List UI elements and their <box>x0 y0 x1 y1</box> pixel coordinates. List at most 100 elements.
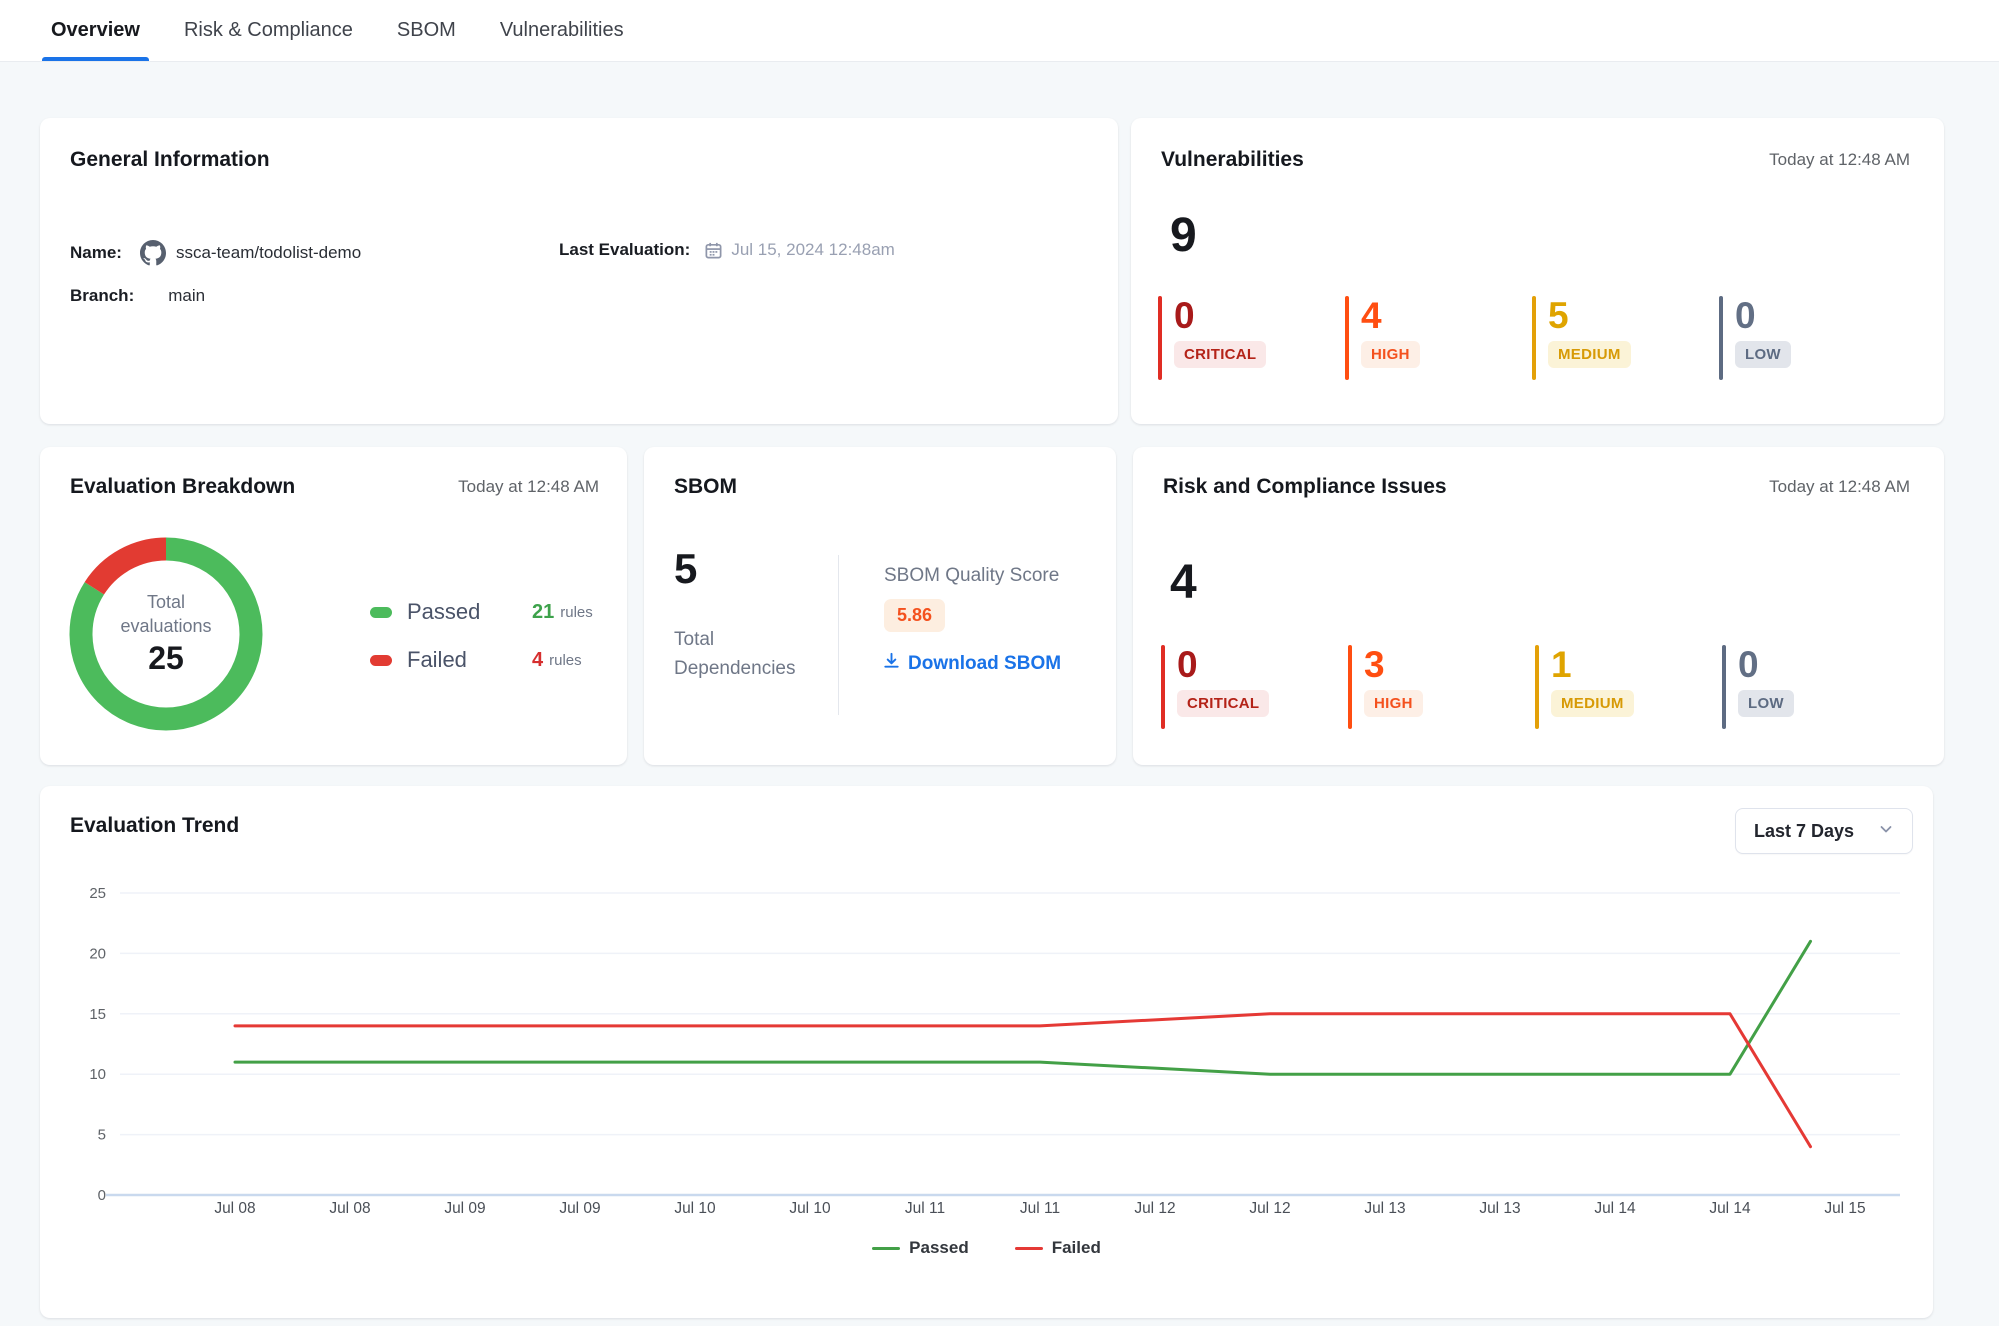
svg-text:Jul 11: Jul 11 <box>905 1200 945 1217</box>
severity-row: 0 CRITICAL 3 HIGH 1 MEDIUM 0 LOW <box>1161 645 1909 729</box>
legend-label: Failed <box>1052 1238 1101 1258</box>
breakdown-legend: Passed 21 rules Failed 4 rules <box>370 595 593 691</box>
sbom-card: SBOM 5 Total Dependencies SBOM Quality S… <box>644 447 1116 765</box>
svg-text:Jul 13: Jul 13 <box>1364 1200 1405 1217</box>
trend-legend: Passed Failed <box>40 1238 1933 1258</box>
branch-row: Branch: main <box>70 286 205 306</box>
severity-critical: 0 CRITICAL <box>1158 296 1345 380</box>
tab-vulnerabilities[interactable]: Vulnerabilities <box>491 0 633 61</box>
svg-text:Jul 15: Jul 15 <box>1824 1200 1865 1217</box>
passed-line-swatch-icon <box>872 1247 900 1250</box>
last-evaluation-row: Last Evaluation: Jul 15, 2024 12:48am <box>559 240 895 260</box>
severity-count: 0 <box>1174 296 1266 337</box>
severity-count: 3 <box>1364 645 1423 686</box>
severity-count: 0 <box>1177 645 1269 686</box>
total-dependencies-label: Total Dependencies <box>674 625 809 684</box>
legend-item-failed: Failed <box>1015 1238 1101 1258</box>
severity-badge: LOW <box>1735 341 1791 368</box>
svg-text:Jul 11: Jul 11 <box>1020 1200 1060 1217</box>
date-range-value: Last 7 Days <box>1754 821 1854 842</box>
card-title: Vulnerabilities <box>1161 148 1304 172</box>
severity-badge: HIGH <box>1364 690 1423 717</box>
svg-text:Jul 14: Jul 14 <box>1709 1200 1751 1217</box>
severity-medium: 1 MEDIUM <box>1535 645 1722 729</box>
card-title: Evaluation Trend <box>70 814 239 838</box>
risk-compliance-card: Risk and Compliance Issues Today at 12:4… <box>1133 447 1944 765</box>
severity-row: 0 CRITICAL 4 HIGH 5 MEDIUM 0 LOW <box>1158 296 1906 380</box>
severity-critical: 0 CRITICAL <box>1161 645 1348 729</box>
svg-text:20: 20 <box>89 945 106 962</box>
svg-text:Jul 10: Jul 10 <box>789 1200 831 1217</box>
severity-medium: 5 MEDIUM <box>1532 296 1719 380</box>
failed-line-swatch-icon <box>1015 1247 1043 1250</box>
severity-count: 4 <box>1361 296 1420 337</box>
calendar-icon <box>704 241 723 260</box>
repo-name-value: ssca-team/todolist-demo <box>176 243 361 263</box>
severity-badge: MEDIUM <box>1548 341 1631 368</box>
repo-name-row: Name: ssca-team/todolist-demo <box>70 240 361 266</box>
legend-item-passed: Passed <box>872 1238 969 1258</box>
svg-text:Jul 08: Jul 08 <box>329 1200 370 1217</box>
svg-text:15: 15 <box>89 1006 106 1023</box>
branch-value: main <box>168 286 205 306</box>
severity-count: 1 <box>1551 645 1634 686</box>
svg-text:5: 5 <box>98 1127 106 1144</box>
card-timestamp: Today at 12:48 AM <box>458 477 599 497</box>
download-label: Download SBOM <box>908 653 1061 675</box>
passed-swatch-icon <box>370 607 392 618</box>
donut-center: Total evaluations 25 <box>66 534 266 734</box>
severity-badge: CRITICAL <box>1174 341 1266 368</box>
name-label: Name: <box>70 243 122 263</box>
card-timestamp: Today at 12:48 AM <box>1769 150 1910 170</box>
total-dependencies-count: 5 <box>674 545 697 593</box>
branch-label: Branch: <box>70 286 134 306</box>
legend-label: Passed <box>909 1238 969 1258</box>
sbom-quality-label: SBOM Quality Score <box>884 565 1059 587</box>
tab-sbom[interactable]: SBOM <box>388 0 465 61</box>
severity-count: 0 <box>1735 296 1791 337</box>
svg-text:25: 25 <box>89 885 106 902</box>
legend-label: Failed <box>407 647 532 673</box>
legend-row-passed: Passed 21 rules <box>370 595 593 629</box>
svg-text:Jul 10: Jul 10 <box>674 1200 716 1217</box>
evaluation-breakdown-card: Evaluation Breakdown Today at 12:48 AM T… <box>40 447 627 765</box>
severity-badge: CRITICAL <box>1177 690 1269 717</box>
date-range-dropdown[interactable]: Last 7 Days <box>1735 808 1913 854</box>
severity-count: 5 <box>1548 296 1631 337</box>
card-title: Evaluation Breakdown <box>70 475 295 499</box>
vulnerabilities-total: 9 <box>1170 212 1197 260</box>
svg-text:Jul 14: Jul 14 <box>1594 1200 1636 1217</box>
risk-issues-total: 4 <box>1170 559 1197 607</box>
top-tab-bar: Overview Risk & Compliance SBOM Vulnerab… <box>0 0 1999 62</box>
last-evaluation-value: Jul 15, 2024 12:48am <box>731 240 895 260</box>
trend-line-chart: 0510152025Jul 08Jul 08Jul 09Jul 09Jul 10… <box>40 876 1933 1226</box>
tab-overview[interactable]: Overview <box>42 0 149 61</box>
evaluation-trend-card: Evaluation Trend Last 7 Days 0510152025J… <box>40 786 1933 1318</box>
legend-row-failed: Failed 4 rules <box>370 643 593 677</box>
svg-text:10: 10 <box>89 1066 106 1083</box>
card-title: General Information <box>70 148 270 172</box>
severity-badge: HIGH <box>1361 341 1420 368</box>
donut-total: 25 <box>148 640 184 677</box>
legend-count: 21 <box>532 601 554 624</box>
svg-text:Jul 12: Jul 12 <box>1134 1200 1175 1217</box>
legend-label: Passed <box>407 599 532 625</box>
download-sbom-link[interactable]: Download SBOM <box>882 651 1061 676</box>
severity-high: 3 HIGH <box>1348 645 1535 729</box>
legend-suffix: rules <box>560 604 593 621</box>
severity-low: 0 LOW <box>1719 296 1906 380</box>
tab-risk-compliance[interactable]: Risk & Compliance <box>175 0 362 61</box>
svg-text:Jul 12: Jul 12 <box>1249 1200 1290 1217</box>
download-icon <box>882 651 901 676</box>
donut-center-label: Total evaluations <box>101 591 231 638</box>
general-information-card: General Information Name: ssca-team/todo… <box>40 118 1118 424</box>
svg-text:Jul 09: Jul 09 <box>444 1200 485 1217</box>
severity-high: 4 HIGH <box>1345 296 1532 380</box>
evaluations-donut-chart: Total evaluations 25 <box>66 534 266 734</box>
severity-badge: MEDIUM <box>1551 690 1634 717</box>
vulnerabilities-card: Vulnerabilities Today at 12:48 AM 9 0 CR… <box>1131 118 1944 424</box>
github-icon <box>140 240 166 266</box>
card-timestamp: Today at 12:48 AM <box>1769 477 1910 497</box>
severity-count: 0 <box>1738 645 1794 686</box>
legend-suffix: rules <box>549 652 582 669</box>
